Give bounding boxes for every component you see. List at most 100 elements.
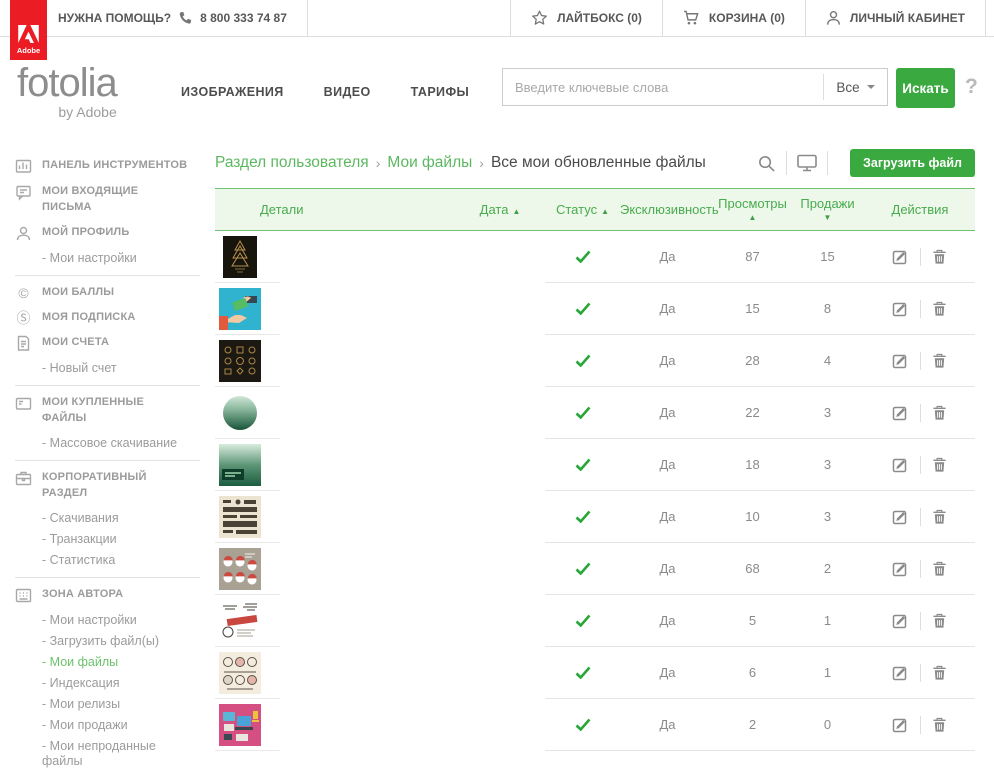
sidebar-item-profile[interactable]: МОЙ ПРОФИЛЬ bbox=[15, 225, 212, 242]
file-thumbnail[interactable] bbox=[219, 288, 261, 330]
table-row: Да 87 15 bbox=[215, 231, 975, 283]
status-ok-icon bbox=[575, 614, 591, 627]
upload-file-button[interactable]: Загрузить файл bbox=[850, 149, 975, 177]
edit-button[interactable] bbox=[888, 404, 914, 421]
sidebar-subitem-my-sales[interactable]: - Мои продажи bbox=[42, 718, 212, 733]
edit-button[interactable] bbox=[888, 612, 914, 629]
delete-button[interactable] bbox=[927, 561, 953, 577]
sidebar-subitem-my-settings[interactable]: - Мои настройки bbox=[42, 251, 212, 266]
sidebar-subitem-my-unsold-files[interactable]: - Мои непроданные файлы bbox=[42, 739, 212, 769]
file-thumbnail[interactable] bbox=[219, 652, 261, 694]
sidebar-item-purchased-files[interactable]: МОИ КУПЛЕННЫЕ ФАЙЛЫ bbox=[15, 395, 212, 427]
sidebar-subitem-statistics[interactable]: - Статистика bbox=[42, 553, 212, 568]
col-date[interactable]: Дата▲ bbox=[455, 202, 545, 217]
sidebar-subitem-author-settings[interactable]: - Мои настройки bbox=[42, 613, 212, 628]
delete-button[interactable] bbox=[927, 249, 953, 265]
divider bbox=[920, 716, 921, 734]
delete-button[interactable] bbox=[927, 613, 953, 629]
sidebar-subitem-indexing[interactable]: - Индексация bbox=[42, 676, 212, 691]
search-help-button[interactable]: ? bbox=[965, 75, 978, 99]
file-thumbnail[interactable] bbox=[219, 444, 261, 486]
col-exclusivity: Эксклюзивность bbox=[620, 202, 715, 217]
status-cell bbox=[545, 699, 620, 751]
col-views[interactable]: Просмотры▲ bbox=[715, 197, 790, 222]
sidebar-subitem-downloads[interactable]: - Скачивания bbox=[42, 511, 212, 526]
edit-button[interactable] bbox=[888, 352, 914, 369]
sidebar-item-inbox[interactable]: МОИ ВХОДЯЩИЕ ПИСЬМА bbox=[15, 184, 212, 216]
sidebar-subitem-upload-files[interactable]: - Загрузить файл(ы) bbox=[42, 634, 212, 649]
file-thumbnail[interactable] bbox=[219, 340, 261, 382]
delete-button[interactable] bbox=[927, 405, 953, 421]
sidebar-item-subscription[interactable]: Ⓢ МОЯ ПОДПИСКА bbox=[15, 310, 212, 326]
col-actions: Действия bbox=[865, 202, 975, 217]
delete-button[interactable] bbox=[927, 665, 953, 681]
sidebar-item-invoices[interactable]: МОИ СЧЕТА bbox=[15, 335, 212, 352]
lightbox-button[interactable]: ЛАЙТБОКС (0) bbox=[510, 0, 662, 36]
cart-button[interactable]: КОРЗИНА (0) bbox=[662, 0, 805, 36]
delete-button[interactable] bbox=[927, 717, 953, 733]
delete-button[interactable] bbox=[927, 353, 953, 369]
nav-pricing[interactable]: ТАРИФЫ bbox=[411, 85, 470, 99]
phone-icon bbox=[178, 11, 193, 26]
edit-button[interactable] bbox=[888, 716, 914, 733]
sales-cell: 0 bbox=[790, 699, 865, 751]
sidebar-subitem-new-invoice[interactable]: - Новый счет bbox=[42, 361, 212, 376]
sales-cell: 15 bbox=[790, 231, 865, 283]
edit-icon bbox=[892, 248, 909, 265]
thumbnail-cell bbox=[215, 647, 280, 699]
edit-button[interactable] bbox=[888, 508, 914, 525]
edit-button[interactable] bbox=[888, 300, 914, 317]
views-cell: 68 bbox=[715, 543, 790, 595]
help-phone[interactable]: НУЖНА ПОМОЩЬ? 8 800 333 74 87 bbox=[58, 0, 308, 36]
breadcrumb-separator: › bbox=[479, 155, 484, 171]
edit-button[interactable] bbox=[888, 560, 914, 577]
status-cell bbox=[545, 231, 620, 283]
sidebar-subitem-my-releases[interactable]: - Мои релизы bbox=[42, 697, 212, 712]
file-thumbnail[interactable] bbox=[219, 704, 261, 746]
sidebar-item-dashboard[interactable]: ПАНЕЛЬ ИНСТРУМЕНТОВ bbox=[15, 158, 212, 175]
search-files-button[interactable] bbox=[757, 154, 776, 173]
account-button[interactable]: ЛИЧНЫЙ КАБИНЕТ bbox=[805, 0, 986, 36]
sidebar-item-corporate[interactable]: КОРПОРАТИВНЫЙ РАЗДЕЛ bbox=[15, 470, 212, 502]
adobe-logo[interactable]: Adobe bbox=[10, 0, 47, 60]
exclusivity-cell: Да bbox=[620, 387, 715, 439]
status-ok-icon bbox=[575, 458, 591, 471]
delete-button[interactable] bbox=[927, 301, 953, 317]
breadcrumb-user-section[interactable]: Раздел пользователя bbox=[215, 154, 369, 172]
nav-video[interactable]: ВИДЕО bbox=[324, 85, 371, 99]
delete-button[interactable] bbox=[927, 457, 953, 473]
sidebar-item-points[interactable]: © МОИ БАЛЛЫ bbox=[15, 285, 212, 301]
edit-icon bbox=[892, 612, 909, 629]
actions-cell bbox=[865, 439, 975, 491]
edit-button[interactable] bbox=[888, 664, 914, 681]
file-thumbnail[interactable] bbox=[219, 496, 261, 538]
sidebar-subitem-bulk-download[interactable]: - Массовое скачивание bbox=[42, 436, 212, 451]
star-icon bbox=[531, 10, 548, 26]
nav-images[interactable]: ИЗОБРАЖЕНИЯ bbox=[181, 85, 284, 99]
col-status[interactable]: Статус▲ bbox=[545, 202, 620, 217]
fotolia-logo[interactable]: fotolia by Adobe bbox=[17, 63, 117, 120]
col-details: Детали bbox=[215, 202, 455, 217]
file-thumbnail[interactable] bbox=[223, 236, 257, 278]
gallery-view-button[interactable] bbox=[797, 154, 817, 172]
edit-button[interactable] bbox=[888, 248, 914, 265]
col-sales[interactable]: Продажи▼ bbox=[790, 197, 865, 222]
file-thumbnail[interactable] bbox=[219, 548, 261, 590]
table-row: Да 10 3 bbox=[215, 491, 975, 543]
sidebar-subitem-my-files[interactable]: - Мои файлы bbox=[42, 655, 212, 670]
search-button[interactable]: Искать bbox=[896, 68, 955, 108]
trash-icon bbox=[932, 665, 947, 681]
search-filter-dropdown[interactable]: Все bbox=[823, 74, 887, 100]
delete-button[interactable] bbox=[927, 509, 953, 525]
file-thumbnail[interactable] bbox=[219, 392, 261, 434]
status-cell bbox=[545, 387, 620, 439]
site-header: fotolia by Adobe ИЗОБРАЖЕНИЯ ВИДЕО ТАРИФ… bbox=[0, 37, 994, 141]
file-thumbnail[interactable] bbox=[219, 600, 261, 642]
breadcrumb-my-files[interactable]: Мои файлы bbox=[387, 154, 472, 172]
sidebar-subitem-transactions[interactable]: - Транзакции bbox=[42, 532, 212, 547]
table-row: Да 15 8 bbox=[215, 283, 975, 335]
edit-button[interactable] bbox=[888, 456, 914, 473]
sidebar-item-author-zone[interactable]: ЗОНА АВТОРА bbox=[15, 587, 212, 604]
search-input[interactable] bbox=[503, 69, 823, 105]
sales-cell: 2 bbox=[790, 543, 865, 595]
